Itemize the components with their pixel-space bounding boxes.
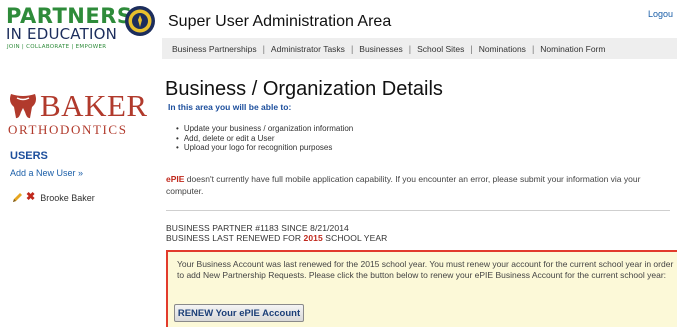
nav-separator: |: [262, 43, 265, 54]
delete-x-icon[interactable]: ✖: [26, 192, 35, 203]
seal-icon: [125, 6, 155, 36]
list-item: Add, delete or edit a User: [176, 134, 353, 144]
notice-text: doesn't currently have full mobile appli…: [166, 174, 641, 196]
renew-account-button[interactable]: RENEW Your ePIE Account: [174, 304, 304, 322]
page-header-title: Super User Administration Area: [168, 13, 392, 30]
logout-link[interactable]: Logou: [648, 9, 673, 19]
main-nav: Business Partnerships | Administrator Ta…: [162, 38, 677, 59]
company-logo: BAKER ORTHODONTICS: [8, 88, 158, 138]
page-title: Business / Organization Details: [165, 78, 443, 100]
divider: [166, 210, 670, 211]
nav-separator: |: [350, 43, 354, 54]
company-subtitle: ORTHODONTICS: [8, 122, 128, 137]
nav-item-businesses[interactable]: Businesses: [359, 44, 402, 54]
logo-tagline: JOIN | COLLABORATE | EMPOWER: [7, 44, 107, 50]
nav-item-administrator-tasks[interactable]: Administrator Tasks: [271, 44, 345, 54]
user-list-item: ✖ Brooke Baker: [12, 192, 95, 203]
users-heading: USERS: [10, 150, 48, 162]
nav-separator: |: [408, 43, 412, 54]
renewal-alert: Your Business Account was last renewed f…: [166, 250, 677, 327]
renew-year: 2015: [303, 233, 323, 243]
renewal-alert-text: Your Business Account was last renewed f…: [177, 259, 674, 280]
intro-heading: In this area you will be able to:: [168, 102, 292, 112]
nav-separator: |: [470, 43, 473, 54]
partners-in-education-logo[interactable]: PARTNERS IN EDUCATION JOIN | COLLABORATE…: [6, 4, 156, 60]
nav-separator: |: [531, 43, 535, 54]
list-item: Update your business / organization info…: [176, 124, 353, 134]
nav-item-school-sites[interactable]: School Sites: [417, 44, 464, 54]
logo-wordmark-line2: IN EDUCATION: [6, 25, 118, 43]
nav-item-nomination-form[interactable]: Nomination Form: [540, 44, 605, 54]
tooth-icon: [10, 94, 36, 119]
add-user-link[interactable]: Add a New User »: [10, 168, 83, 178]
nav-item-business-partnerships[interactable]: Business Partnerships: [172, 44, 257, 54]
mobile-notice: ePIE doesn't currently have full mobile …: [166, 174, 672, 197]
list-item: Upload your logo for recognition purpose…: [176, 143, 353, 153]
last-renewed-line: BUSINESS LAST RENEWED FOR 2015 SCHOOL YE…: [166, 233, 387, 243]
company-name: BAKER: [40, 88, 148, 123]
edit-pencil-icon[interactable]: [12, 192, 25, 203]
user-name[interactable]: Brooke Baker: [40, 193, 95, 203]
capabilities-list: Update your business / organization info…: [176, 124, 353, 153]
notice-brand: ePIE: [166, 174, 185, 184]
renew-suffix: SCHOOL YEAR: [322, 233, 388, 243]
partner-since-line: BUSINESS PARTNER #1183 SINCE 8/21/2014: [166, 223, 349, 233]
renew-prefix: BUSINESS LAST RENEWED FOR: [166, 233, 304, 243]
nav-item-nominations[interactable]: Nominations: [479, 44, 526, 54]
